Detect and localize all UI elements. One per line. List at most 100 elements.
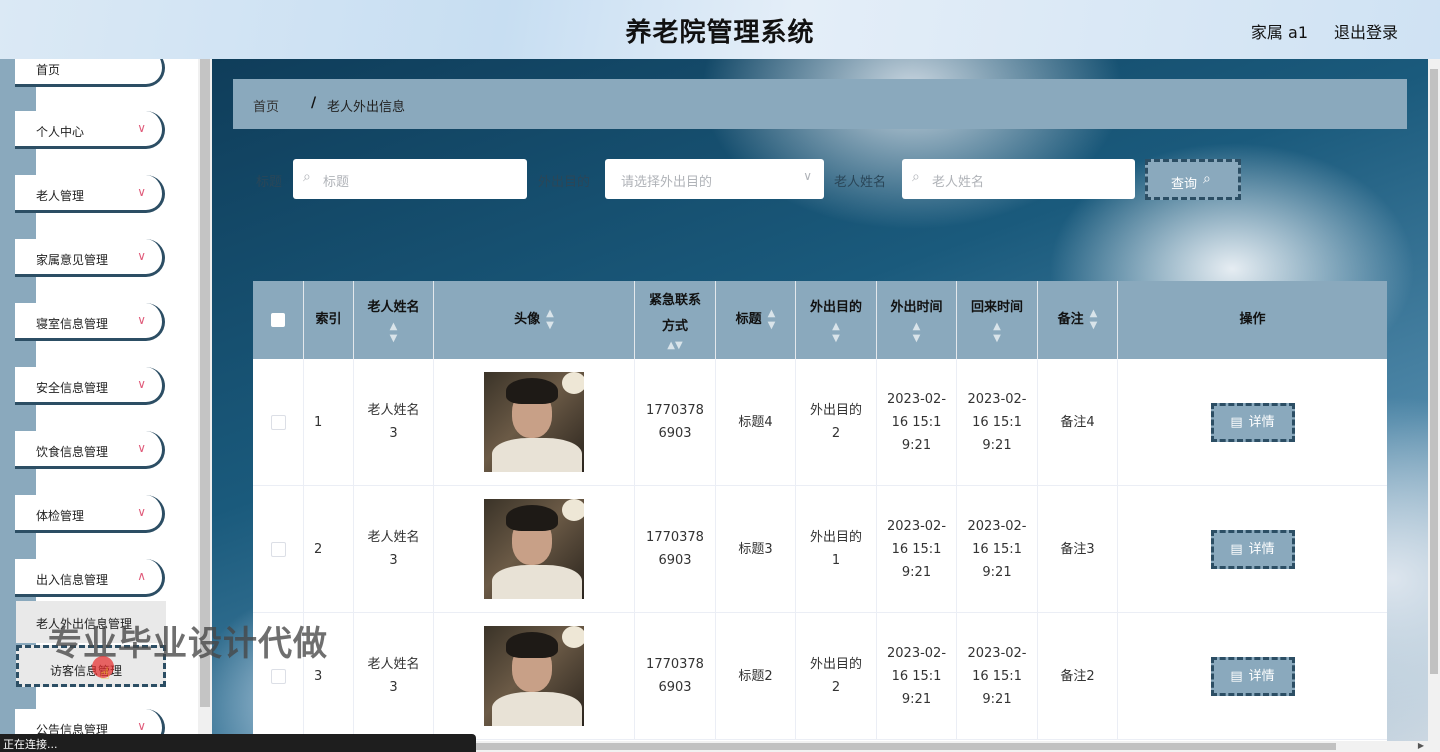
detail-button-label: 详情 — [1248, 414, 1275, 430]
sidebar-item-label: 寝室信息管理 — [36, 317, 109, 331]
row-checkbox[interactable] — [270, 541, 286, 557]
status-text: 正在连接... — [3, 738, 58, 751]
col-phone[interactable]: 紧急联系方式 ▲▼ — [635, 281, 716, 359]
cell-name: 老人姓名3 — [354, 359, 434, 485]
col-remark[interactable]: 备注 ▲ ▼ — [1038, 281, 1118, 359]
cell-name: 老人姓名3 — [354, 486, 434, 612]
arrow-right-icon[interactable]: ▶ — [1418, 741, 1424, 750]
breadcrumb-home[interactable]: 首页 — [253, 96, 279, 115]
sidebar-item-home[interactable]: 首页 — [15, 59, 165, 87]
cell-name: 老人姓名3 — [354, 613, 434, 739]
current-user[interactable]: 家属 a1 — [1251, 19, 1308, 43]
avatar — [484, 372, 584, 472]
data-table: 索引 老人姓名 ▲ ▼ 头像 ▲ ▼ 紧急联系方式 ▲▼ 标题 ▲ ▼ 外出目的 ▲ ▼ — [253, 281, 1387, 752]
sort-icon[interactable]: ▲▼ — [768, 308, 776, 332]
query-button[interactable]: 查询 ⌕ — [1145, 159, 1241, 200]
detail-button-label: 详情 — [1248, 668, 1275, 684]
breadcrumb-separator: / — [311, 95, 317, 111]
table-header: 索引 老人姓名 ▲ ▼ 头像 ▲ ▼ 紧急联系方式 ▲▼ 标题 ▲ ▼ 外出目的 ▲ ▼ — [253, 281, 1387, 359]
col-back-time[interactable]: 回来时间 ▲ ▼ — [957, 281, 1038, 359]
page-scrollbar[interactable] — [1428, 59, 1440, 752]
sort-icon[interactable]: ▲▼ — [832, 321, 840, 345]
col-avatar-label: 头像 — [514, 312, 541, 327]
sidebar-item-diet[interactable]: 饮食信息管理 ∨ — [15, 431, 165, 469]
chevron-down-icon: ∨ — [137, 185, 146, 199]
detail-button[interactable]: ▤ 详情 — [1210, 402, 1295, 442]
sidebar-item-label: 饮食信息管理 — [36, 445, 109, 459]
col-phone-label: 紧急联系方式 — [648, 293, 701, 334]
purpose-placeholder: 请选择外出目的 — [621, 175, 713, 190]
sidebar-item-safety[interactable]: 安全信息管理 ∨ — [15, 367, 165, 405]
cell-out-time: 2023-02-16 15:19:21 — [877, 613, 957, 739]
top-header: 养老院管理系统 家属 a1 退出登录 — [0, 0, 1440, 59]
row-checkbox[interactable] — [270, 414, 286, 430]
cell-back-time: 2023-02-16 15:19:21 — [957, 359, 1038, 485]
cell-back-time: 2023-02-16 15:19:21 — [957, 613, 1038, 739]
document-icon: ▤ — [1230, 541, 1243, 557]
col-name-label: 老人姓名 — [367, 300, 420, 315]
col-out-time[interactable]: 外出时间 ▲ ▼ — [877, 281, 957, 359]
chevron-down-icon: ∨ — [137, 121, 146, 135]
scrollbar-thumb[interactable] — [476, 743, 1336, 750]
sort-icon[interactable]: ▲▼ — [913, 321, 921, 345]
chevron-down-icon: ∨ — [137, 719, 146, 733]
sidebar-item-label: 出入信息管理 — [36, 573, 109, 587]
detail-button-label: 详情 — [1248, 541, 1275, 557]
select-all-cell — [253, 281, 304, 359]
scrollbar-thumb[interactable] — [200, 59, 210, 707]
sidebar-item-checkup[interactable]: 体检管理 ∨ — [15, 495, 165, 533]
sort-icon[interactable]: ▲▼ — [993, 321, 1001, 345]
main-content: 首页 / 老人外出信息 标题 ⌕ 标题 外出目的 请选择外出目的 ∨ 老人姓名 … — [212, 59, 1428, 752]
cell-index: 2 — [304, 486, 354, 612]
search-icon: ⌕ — [912, 169, 920, 185]
sort-icon[interactable]: ▲▼ — [1090, 308, 1098, 332]
cell-back-time: 2023-02-16 15:19:21 — [957, 486, 1038, 612]
sidebar-item-label: 体检管理 — [36, 509, 85, 523]
sort-icon[interactable]: ▲▼ — [667, 340, 682, 352]
sidebar-item-elderly[interactable]: 老人管理 ∨ — [15, 175, 165, 213]
cell-out-time: 2023-02-16 15:19:21 — [877, 359, 957, 485]
sidebar-item-label: 安全信息管理 — [36, 381, 109, 395]
col-actions: 操作 — [1118, 281, 1387, 359]
chevron-down-icon: ∨ — [137, 441, 146, 455]
select-all-checkbox[interactable] — [271, 313, 285, 327]
table-row: 1 老人姓名3 17703786903 标题4 外出目的2 2023-02-16… — [253, 359, 1387, 486]
document-icon: ▤ — [1230, 414, 1243, 430]
avatar — [484, 626, 584, 726]
sidebar-item-family-feedback[interactable]: 家属意见管理 ∨ — [15, 239, 165, 277]
cell-actions: ▤ 详情 — [1118, 613, 1387, 739]
title-search-input[interactable]: ⌕ 标题 — [293, 159, 527, 199]
scrollbar-thumb[interactable] — [1430, 69, 1438, 674]
purpose-filter-label: 外出目的 — [538, 175, 591, 190]
cell-purpose: 外出目的2 — [796, 613, 877, 739]
chevron-down-icon: ∨ — [137, 505, 146, 519]
sort-icon[interactable]: ▲▼ — [546, 308, 554, 332]
horizontal-scrollbar[interactable]: ▶ — [476, 741, 1428, 752]
sidebar-item-dormitory[interactable]: 寝室信息管理 ∨ — [15, 303, 165, 341]
row-checkbox[interactable] — [270, 668, 286, 684]
cell-phone: 17703786903 — [635, 486, 716, 612]
sidebar-item-label: 家属意见管理 — [36, 253, 109, 267]
name-search-input[interactable]: ⌕ 老人姓名 — [902, 159, 1135, 199]
title-filter-label: 标题 — [256, 175, 283, 190]
cell-purpose: 外出目的1 — [796, 486, 877, 612]
sidebar-item-personal-center[interactable]: 个人中心 ∨ — [15, 111, 165, 149]
cell-title: 标题3 — [716, 486, 796, 612]
sidebar-item-label: 首页 — [36, 63, 61, 77]
chevron-down-icon: ∨ — [803, 169, 812, 183]
sort-icon[interactable]: ▲▼ — [390, 321, 398, 345]
col-purpose[interactable]: 外出目的 ▲ ▼ — [796, 281, 877, 359]
col-title[interactable]: 标题 ▲ ▼ — [716, 281, 796, 359]
chevron-up-icon: ∧ — [137, 569, 146, 583]
col-avatar[interactable]: 头像 ▲ ▼ — [434, 281, 635, 359]
chevron-down-icon: ∨ — [137, 249, 146, 263]
logout-link[interactable]: 退出登录 — [1334, 19, 1398, 43]
detail-button[interactable]: ▤ 详情 — [1210, 529, 1295, 569]
col-purpose-label: 外出目的 — [809, 300, 862, 315]
hand-cursor-icon: ☝ — [100, 664, 110, 683]
detail-button[interactable]: ▤ 详情 — [1210, 656, 1295, 696]
col-name[interactable]: 老人姓名 ▲ ▼ — [354, 281, 434, 359]
search-icon: ⌕ — [303, 169, 311, 185]
sidebar-item-access[interactable]: 出入信息管理 ∧ — [15, 559, 165, 597]
purpose-select[interactable]: 请选择外出目的 ∨ — [605, 159, 824, 199]
